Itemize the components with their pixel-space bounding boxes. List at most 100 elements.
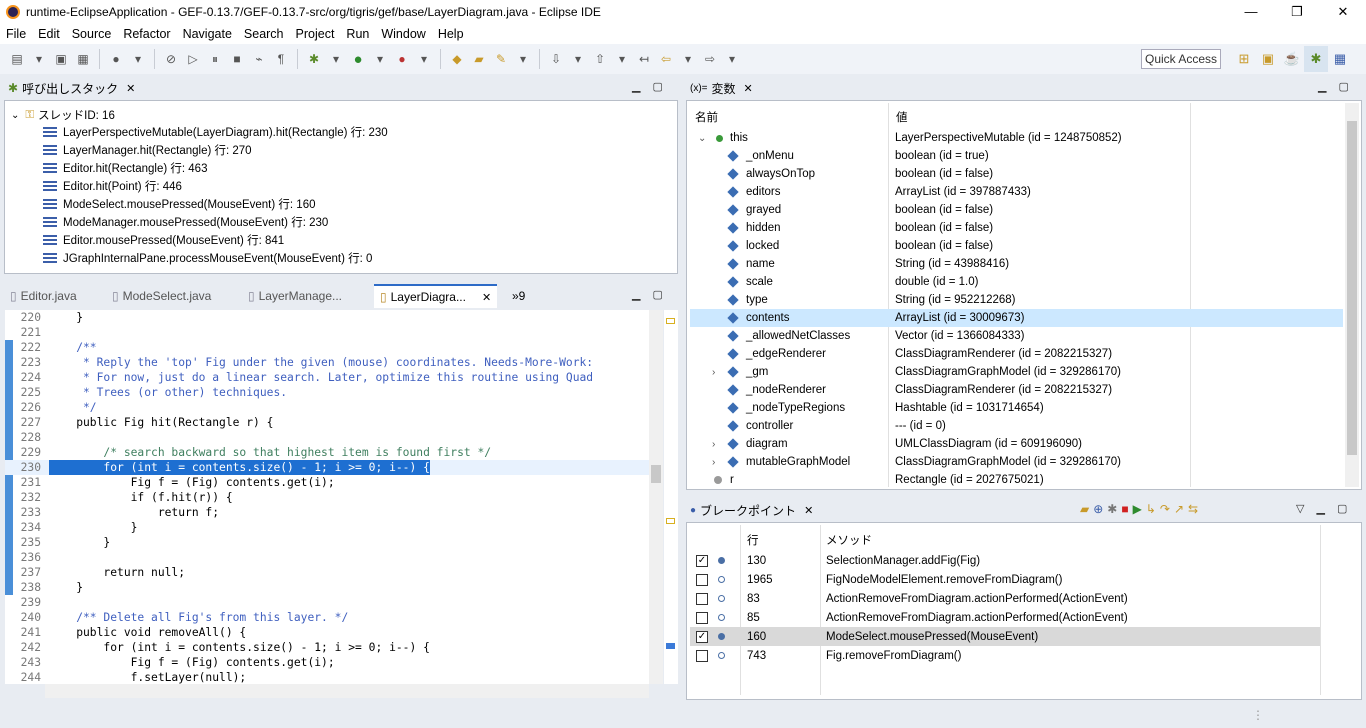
expand-icon[interactable]: › — [712, 457, 715, 468]
stack-frame[interactable]: LayerManager.hit(Rectangle) 行: 270 — [43, 141, 252, 159]
menu-help[interactable]: Help — [432, 27, 470, 41]
minimize-button[interactable]: — — [1228, 0, 1274, 24]
tab-callstack[interactable]: ✱ 呼び出しスタック ✕ — [8, 76, 135, 100]
close-icon[interactable]: ✕ — [482, 291, 491, 304]
variable-row[interactable]: › mutableGraphModel ClassDiagramGraphModel… — [690, 453, 1343, 471]
breakpoint-row[interactable]: 1965 FigNodeModelElement.removeFromDiagra… — [690, 570, 1320, 589]
variable-row[interactable]: grayed boolean (id = false) — [690, 201, 1343, 219]
open-type-icon[interactable]: ◆ — [448, 50, 466, 68]
back-icon[interactable]: ⇦ — [657, 50, 675, 68]
java-ee-perspective-icon[interactable]: ▣ — [1256, 46, 1280, 72]
skip-breakpoints-icon[interactable]: ⊘ — [162, 50, 180, 68]
variables-scrollbar[interactable] — [1345, 103, 1359, 487]
column-method[interactable]: メソッド — [826, 532, 872, 548]
terminate-icon[interactable]: ■ — [228, 50, 246, 68]
profile-icon[interactable]: ● — [107, 50, 125, 68]
variable-row[interactable]: › _gm ClassDiagramGraphModel (id = 3292861… — [690, 363, 1343, 381]
maximize-icon[interactable]: ▢ — [652, 288, 662, 301]
view-menu-icon[interactable]: ▽ — [1296, 502, 1304, 515]
breakpoint-row[interactable]: ✓ 130 SelectionManager.addFig(Fig) — [690, 551, 1320, 570]
step-over-icon[interactable]: ¶ — [272, 50, 290, 68]
dropdown-icon[interactable]: ▾ — [415, 50, 433, 68]
breakpoint-checkbox[interactable] — [696, 573, 708, 586]
save-all-icon[interactable]: ▦ — [74, 50, 92, 68]
variable-row[interactable]: alwaysOnTop boolean (id = false) — [690, 165, 1343, 183]
tab-variables[interactable]: (x)= 変数 ✕ — [690, 76, 753, 100]
minimize-icon[interactable]: ▁ — [1316, 502, 1324, 515]
maximize-icon[interactable]: ▢ — [1338, 80, 1348, 93]
variable-row[interactable]: scale double (id = 1.0) — [690, 273, 1343, 291]
stack-frame[interactable]: JGraphInternalPane.processMouseEvent(Mou… — [43, 249, 372, 267]
last-edit-icon[interactable]: ↤ — [635, 50, 653, 68]
breakpoint-row[interactable]: 85 ActionRemoveFromDiagram.actionPerforme… — [690, 608, 1320, 627]
debug-icon[interactable]: ✱ — [305, 50, 323, 68]
variable-row[interactable]: › diagram UMLClassDiagram (id = 609196090) — [690, 435, 1343, 453]
tab-modeselect-java[interactable]: ▯ ModeSelect.java — [112, 284, 211, 308]
overview-marker[interactable] — [666, 643, 675, 649]
menu-file[interactable]: File — [0, 27, 32, 41]
stack-frame[interactable]: Editor.hit(Rectangle) 行: 463 — [43, 159, 207, 177]
run-icon[interactable]: ● — [349, 50, 367, 68]
expand-all-icon[interactable]: ⊕ — [1093, 502, 1103, 516]
menu-source[interactable]: Source — [66, 27, 118, 41]
dropdown-icon[interactable]: ▾ — [514, 50, 532, 68]
variable-row[interactable]: r Rectangle (id = 2027675021) — [690, 471, 1343, 489]
stack-frame[interactable]: Editor.mousePressed(MouseEvent) 行: 841 — [43, 231, 284, 249]
minimize-icon[interactable]: ▁ — [632, 80, 640, 93]
tab-editor-java[interactable]: ▯ Editor.java — [10, 284, 77, 308]
save-icon[interactable]: ▣ — [52, 50, 70, 68]
scrollbar-thumb[interactable] — [1347, 121, 1357, 455]
resume-icon[interactable]: ▶ — [1133, 502, 1142, 516]
variable-row[interactable]: editors ArrayList (id = 397887433) — [690, 183, 1343, 201]
restore-button[interactable]: ❐ — [1274, 0, 1320, 24]
stack-frame[interactable]: Editor.hit(Point) 行: 446 — [43, 177, 182, 195]
menu-project[interactable]: Project — [290, 27, 341, 41]
step-over-icon[interactable]: ↷ — [1160, 502, 1170, 516]
variable-row-selected[interactable]: contents ArrayList (id = 30009673) — [690, 309, 1343, 327]
variable-row[interactable]: _nodeRenderer ClassDiagramRenderer (id = … — [690, 381, 1343, 399]
expand-icon[interactable]: › — [712, 439, 715, 450]
column-value[interactable]: 値 — [896, 109, 908, 125]
menu-run[interactable]: Run — [340, 27, 375, 41]
breakpoint-checkbox[interactable]: ✓ — [696, 554, 708, 567]
close-icon[interactable]: ✕ — [744, 82, 753, 95]
scrollbar-thumb[interactable] — [651, 465, 661, 483]
tab-layermanager-java[interactable]: ▯ LayerManage... — [248, 284, 342, 308]
horizontal-scrollbar[interactable] — [45, 684, 649, 698]
java-perspective-icon[interactable]: ☕ — [1280, 46, 1304, 72]
overview-marker[interactable] — [666, 318, 675, 324]
disconnect-icon[interactable]: ⌁ — [250, 50, 268, 68]
menu-edit[interactable]: Edit — [32, 27, 66, 41]
stack-frame[interactable]: ModeSelect.mousePressed(MouseEvent) 行: 1… — [43, 195, 315, 213]
editor-scrollbar[interactable] — [649, 310, 663, 684]
dropdown-icon[interactable]: ▾ — [723, 50, 741, 68]
open-icon[interactable]: ▰ — [1080, 502, 1089, 516]
skip-all-icon[interactable]: ✱ — [1107, 502, 1117, 516]
close-icon[interactable]: ✕ — [804, 504, 813, 517]
breakpoint-checkbox[interactable]: ✓ — [696, 630, 708, 643]
variable-row[interactable]: hidden boolean (id = false) — [690, 219, 1343, 237]
open-perspective-icon[interactable]: ⊞ — [1232, 46, 1256, 72]
tab-breakpoints[interactable]: ● ブレークポイント ✕ — [690, 498, 813, 522]
variable-row[interactable]: _edgeRenderer ClassDiagramRenderer (id = … — [690, 345, 1343, 363]
new-icon[interactable]: ▤ — [8, 50, 26, 68]
minimize-icon[interactable]: ▁ — [632, 288, 640, 301]
dropdown-icon[interactable]: ▾ — [679, 50, 697, 68]
dropdown-icon[interactable]: ▾ — [613, 50, 631, 68]
variable-row[interactable]: _nodeTypeRegions Hashtable (id = 10317146… — [690, 399, 1343, 417]
close-icon[interactable]: ✕ — [126, 82, 135, 95]
variable-row[interactable]: type String (id = 952212268) — [690, 291, 1343, 309]
maximize-icon[interactable]: ▢ — [652, 80, 662, 93]
menu-refactor[interactable]: Refactor — [117, 27, 176, 41]
maximize-icon[interactable]: ▢ — [1337, 502, 1347, 515]
column-name[interactable]: 名前 — [695, 109, 718, 125]
menu-navigate[interactable]: Navigate — [177, 27, 238, 41]
suspend-icon[interactable]: ⏸ — [206, 50, 224, 68]
prev-annotation-icon[interactable]: ⇧ — [591, 50, 609, 68]
search-icon[interactable]: ✎ — [492, 50, 510, 68]
dropdown-icon[interactable]: ▾ — [371, 50, 389, 68]
next-annotation-icon[interactable]: ⇩ — [547, 50, 565, 68]
breakpoint-row[interactable]: 83 ActionRemoveFromDiagram.actionPerforme… — [690, 589, 1320, 608]
open-task-icon[interactable]: ▰ — [470, 50, 488, 68]
terminate-icon[interactable]: ■ — [1121, 502, 1128, 516]
